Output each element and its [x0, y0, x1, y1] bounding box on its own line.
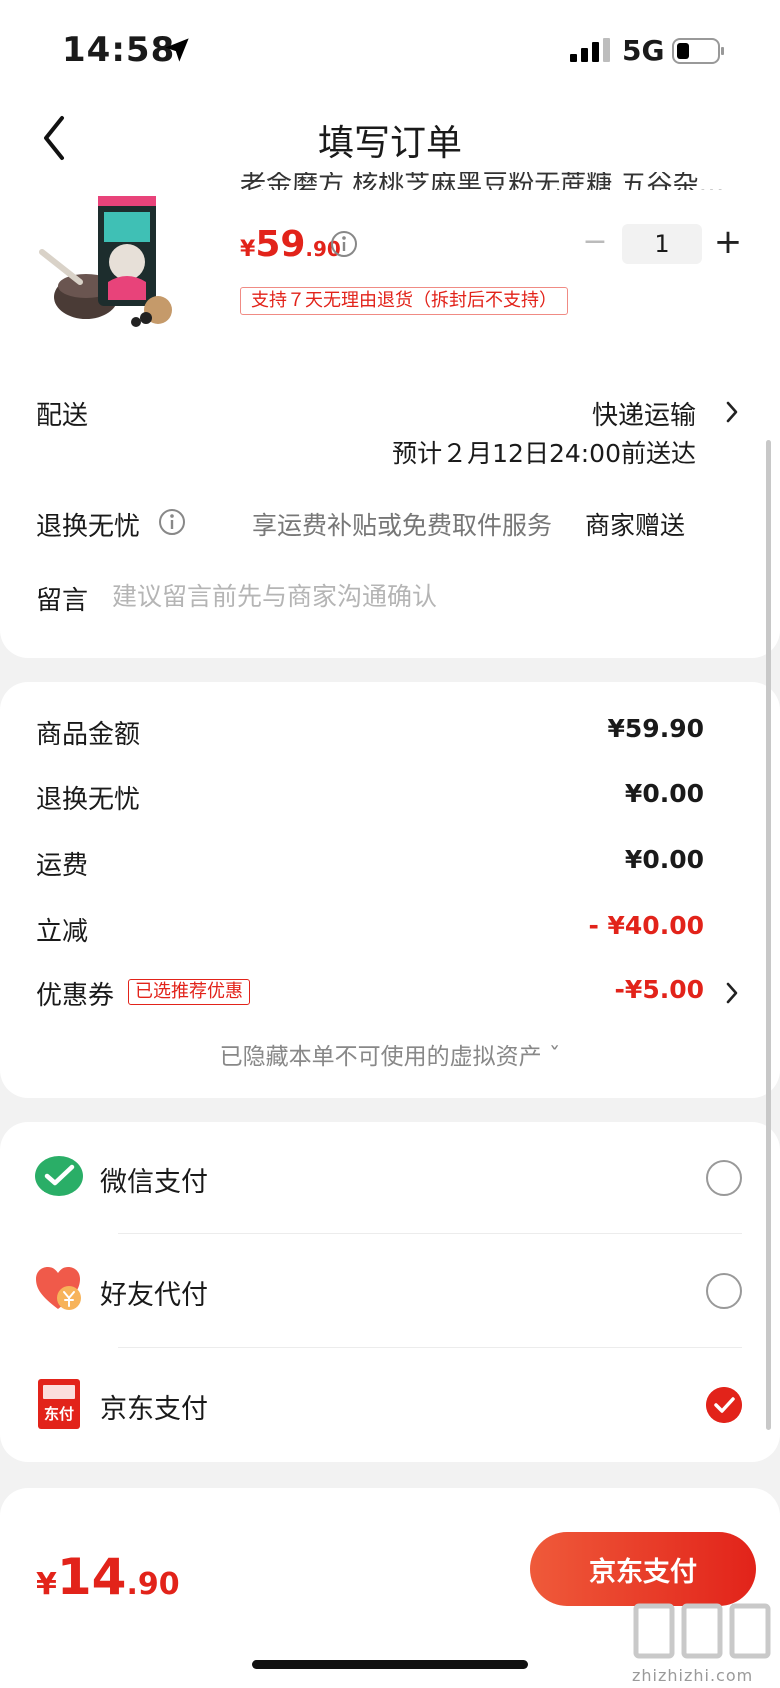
payment-label-wechat: 微信支付 — [100, 1167, 208, 1198]
payment-label-friend: 好友代付 — [100, 1280, 208, 1311]
worry-free-provider: 商家赠送 — [585, 511, 686, 540]
message-input[interactable] — [112, 576, 732, 616]
delivery-chevron-right-icon[interactable] — [724, 400, 740, 424]
delivery-label: 配送 — [36, 401, 89, 431]
coupon-recommended-badge: 已选推荐优惠 — [128, 979, 250, 1005]
total-integer: 14 — [56, 1548, 127, 1606]
worry-free-description: 享运费补贴或免费取件服务 — [252, 511, 553, 540]
location-arrow-icon — [165, 38, 189, 62]
payment-label-jd: 京东支付 — [100, 1394, 208, 1425]
shipping-fee-label: 运费 — [36, 851, 89, 881]
pay-button[interactable]: 京东支付 — [530, 1532, 756, 1606]
payment-divider — [118, 1347, 742, 1348]
home-indicator[interactable] — [252, 1660, 528, 1669]
goods-amount-row: 商品金额 ¥59.90 — [0, 714, 780, 754]
wechat-pay-icon — [35, 1156, 83, 1196]
worry-amount-row: 退换无忧 ¥0.00 — [0, 779, 780, 819]
scrollbar[interactable] — [766, 440, 771, 1430]
instant-discount-label: 立减 — [36, 917, 89, 947]
battery-icon — [672, 38, 724, 64]
amounts-card: 商品金额 ¥59.90 退换无忧 ¥0.00 运费 ¥0.00 立减 - ¥40… — [0, 682, 780, 1098]
delivery-method[interactable]: 快递运输 — [592, 395, 696, 432]
payment-divider — [118, 1233, 742, 1234]
goods-amount-label: 商品金额 — [36, 720, 141, 750]
coupon-row[interactable]: 优惠券 已选推荐优惠 -¥5.00 — [0, 975, 780, 1015]
nav-bar: 填写订单 — [0, 100, 780, 180]
network-type: 5G — [622, 34, 665, 67]
signal-bars-icon — [570, 38, 610, 62]
hidden-assets-toggle[interactable]: 已隐藏本单不可使用的虚拟资产 ˇ — [0, 1037, 780, 1071]
product-image[interactable] — [36, 182, 186, 332]
product-price: ¥59.90 — [240, 224, 341, 265]
payment-radio-friend[interactable] — [706, 1273, 742, 1309]
instant-discount-value: - ¥40.00 — [588, 911, 704, 940]
watermark-text: zhizhizhi.com — [632, 1666, 754, 1685]
quantity-minus-button[interactable]: − — [582, 227, 608, 257]
payment-methods-card: 微信支付 好友代付 东付 京东支付 — [0, 1122, 780, 1462]
total-price: ¥14.90 — [36, 1548, 180, 1606]
price-integer: 59 — [255, 224, 306, 265]
total-currency: ¥ — [36, 1567, 57, 1602]
return-policy-badge: 支持７天无理由退货（拆封后不支持） — [240, 287, 568, 315]
worry-amount-label: 退换无忧 — [36, 785, 141, 815]
goods-amount-value: ¥59.90 — [607, 714, 704, 743]
status-time: 14:58 — [62, 30, 176, 70]
worry-free-info-icon[interactable] — [158, 508, 186, 536]
message-label: 留言 — [36, 586, 89, 616]
coupon-label: 优惠券 — [36, 981, 115, 1011]
payment-option-wechat[interactable]: 微信支付 — [0, 1122, 780, 1234]
status-bar: 14:58 5G — [0, 0, 780, 100]
instant-discount-row: 立减 - ¥40.00 — [0, 911, 780, 951]
payment-option-friend[interactable]: 好友代付 — [0, 1235, 780, 1347]
order-info-card: 老金磨方 核桃芝麻黑豆粉无蔗糖 五谷杂… ¥59.90 − 1 + 支持７天无理… — [0, 172, 780, 658]
worry-amount-value: ¥0.00 — [624, 779, 704, 808]
page-title: 填写订单 — [317, 123, 462, 164]
friend-pay-heart-icon — [36, 1267, 81, 1310]
product-title[interactable]: 老金磨方 核桃芝麻黑豆粉无蔗糖 五谷杂… — [240, 172, 740, 190]
total-decimal: .90 — [126, 1567, 180, 1602]
shipping-fee-row: 运费 ¥0.00 — [0, 845, 780, 885]
quantity-input[interactable]: 1 — [622, 224, 702, 264]
payment-radio-jd-checked[interactable] — [706, 1387, 742, 1423]
shipping-fee-value: ¥0.00 — [624, 845, 704, 874]
quantity-plus-button[interactable]: + — [712, 222, 744, 262]
worry-free-label: 退换无忧 — [36, 512, 141, 542]
payment-option-jd[interactable]: 东付 京东支付 — [0, 1349, 780, 1461]
delivery-eta: 预计２月12日24:00前送达 — [392, 439, 696, 468]
jd-pay-icon: 东付 — [38, 1379, 80, 1429]
coupon-chevron-right-icon[interactable] — [724, 981, 740, 1005]
jd-pay-icon-text: 东付 — [44, 1405, 74, 1423]
payment-radio-wechat[interactable] — [706, 1160, 742, 1196]
price-currency: ¥ — [240, 237, 256, 262]
price-info-icon[interactable] — [330, 230, 358, 258]
coupon-value: -¥5.00 — [614, 975, 704, 1004]
